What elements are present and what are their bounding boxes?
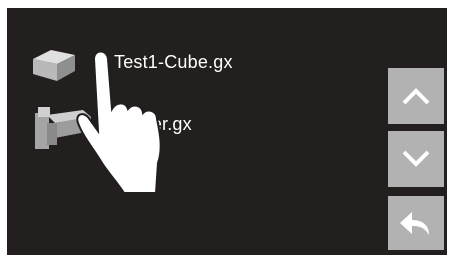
tap-hand-icon: [76, 50, 162, 194]
scroll-up-button[interactable]: [388, 68, 444, 124]
file-browser-screen: Test1-Cube.gx Holder.gx: [7, 8, 447, 255]
chevron-up-icon: [402, 88, 430, 105]
back-button[interactable]: [388, 196, 444, 250]
chevron-down-icon: [402, 150, 430, 167]
back-arrow-icon: [400, 212, 429, 235]
scroll-down-button[interactable]: [388, 131, 444, 187]
